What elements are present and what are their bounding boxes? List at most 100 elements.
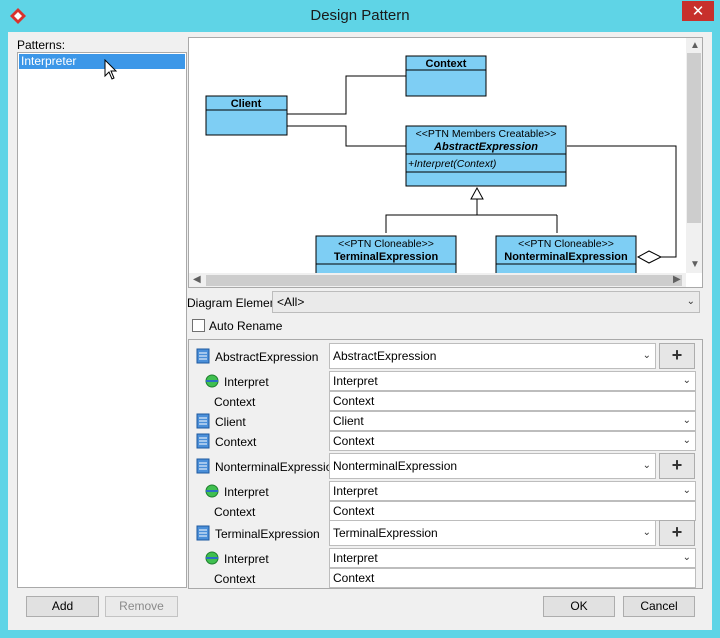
mouse-cursor-icon (104, 59, 118, 80)
chevron-down-icon: ⌄ (682, 485, 691, 496)
aggregation-diamond (636, 250, 663, 264)
class-nonterminal-expression[interactable]: <<PTN Cloneable>> NonterminalExpression (495, 235, 637, 273)
class-icon (196, 525, 210, 541)
role-select[interactable]: Interpret ⌄ (329, 371, 696, 391)
pattern-diagram[interactable]: Context Client <<PTN Members Creatable>>… (188, 37, 703, 288)
add-member-button[interactable]: + (659, 343, 695, 369)
class-nonterminal-name: NonterminalExpression (504, 251, 628, 263)
auto-rename-label: Auto Rename (209, 319, 283, 333)
role-input[interactable]: Context (329, 501, 696, 521)
role-label: Interpret (224, 375, 269, 389)
pattern-roles-panel: AbstractExpression AbstractExpression ⌄ +… (188, 339, 703, 589)
role-select[interactable]: Interpret ⌄ (329, 481, 696, 501)
class-terminal-expression[interactable]: <<PTN Cloneable>> TerminalExpression (315, 235, 457, 273)
design-pattern-window: Design Pattern ✕ Patterns: Interpreter C… (0, 0, 720, 638)
role-row: Client Client ⌄ (189, 411, 702, 431)
vertical-scroll-thumb[interactable] (687, 53, 701, 223)
scroll-left-icon[interactable]: ◀ (193, 275, 201, 285)
role-input[interactable]: Context (329, 391, 696, 411)
patterns-list[interactable]: Interpreter (17, 52, 187, 588)
role-row: AbstractExpression AbstractExpression ⌄ + (189, 343, 702, 371)
role-input-value: Context (333, 504, 375, 518)
title-bar: Design Pattern ✕ (0, 0, 720, 32)
add-member-button[interactable]: + (659, 453, 695, 479)
chevron-down-icon: ⌄ (642, 527, 651, 538)
chevron-down-icon: ⌄ (682, 552, 691, 563)
diagram-vertical-scrollbar[interactable]: ▲ ▼ (686, 38, 702, 273)
diagram-element-select[interactable]: <All> ⌄ (272, 291, 700, 313)
remove-button[interactable]: Remove (105, 596, 178, 617)
patterns-label: Patterns: (17, 38, 66, 52)
role-row: Context Context (189, 501, 702, 521)
role-select[interactable]: Interpret ⌄ (329, 548, 696, 568)
class-terminal-stereotype: <<PTN Cloneable>> (338, 238, 434, 250)
chevron-down-icon: ⌄ (682, 375, 691, 386)
role-select[interactable]: NonterminalExpression ⌄ (329, 453, 656, 479)
role-select-value: Interpret (333, 484, 378, 498)
close-button[interactable]: ✕ (682, 1, 714, 21)
role-input[interactable]: Context (329, 568, 696, 588)
role-row: Context Context ⌄ (189, 431, 702, 451)
class-context-name: Context (426, 58, 467, 70)
class-nonterminal-stereotype: <<PTN Cloneable>> (518, 238, 614, 250)
class-client-name: Client (231, 98, 262, 110)
class-abstract-stereotype: <<PTN Members Creatable>> (416, 128, 557, 140)
operation-icon (205, 374, 219, 388)
chevron-down-icon: ⌄ (682, 415, 691, 426)
chevron-down-icon: ⌄ (642, 350, 651, 361)
role-label: Client (215, 415, 246, 429)
role-select-value: AbstractExpression (333, 349, 437, 363)
operation-icon (205, 484, 219, 498)
role-select[interactable]: TerminalExpression ⌄ (329, 520, 656, 546)
class-icon (196, 458, 210, 474)
role-row: Interpret Interpret ⌄ (189, 371, 702, 391)
role-select[interactable]: Context ⌄ (329, 431, 696, 451)
role-label: Context (214, 505, 256, 519)
scroll-right-icon[interactable]: ▶ (673, 275, 681, 285)
diagram-element-label: Diagram Element (187, 296, 280, 310)
ok-button[interactable]: OK (543, 596, 615, 617)
class-icon (196, 413, 210, 429)
role-select-value: Client (333, 414, 364, 428)
role-label: Context (214, 572, 256, 586)
diagram-horizontal-scrollbar[interactable]: ◀ ▶ (189, 273, 686, 287)
role-select-value: Interpret (333, 551, 378, 565)
class-terminal-name: TerminalExpression (334, 251, 439, 263)
class-client[interactable]: Client (205, 95, 288, 136)
scroll-up-icon[interactable]: ▲ (690, 41, 700, 51)
pattern-item-interpreter[interactable]: Interpreter (19, 54, 185, 69)
window-title: Design Pattern (310, 7, 410, 24)
role-label: Context (215, 435, 257, 449)
role-row: Context Context (189, 391, 702, 411)
role-row: NonterminalExpression NonterminalExpress… (189, 453, 702, 481)
role-label: AbstractExpression (215, 350, 319, 364)
role-select[interactable]: Client ⌄ (329, 411, 696, 431)
class-icon (196, 348, 210, 364)
uml-class-diagram: Context Client <<PTN Members Creatable>>… (205, 55, 677, 273)
horizontal-scroll-thumb[interactable] (206, 275, 682, 286)
operation-icon (205, 551, 219, 565)
role-label: Interpret (224, 485, 269, 499)
role-label: Context (214, 395, 256, 409)
role-label: NonterminalExpression (215, 460, 340, 474)
role-select[interactable]: AbstractExpression ⌄ (329, 343, 656, 369)
chevron-down-icon: ⌄ (682, 435, 691, 446)
role-row: Context Context (189, 568, 702, 588)
role-select-value: Interpret (333, 374, 378, 388)
class-context[interactable]: Context (405, 55, 487, 97)
cancel-button[interactable]: Cancel (623, 596, 695, 617)
chevron-down-icon: ⌄ (642, 460, 651, 471)
diagram-element-value: <All> (277, 295, 305, 309)
add-member-button[interactable]: + (659, 520, 695, 546)
generalization-arrow (470, 186, 484, 200)
add-button[interactable]: Add (26, 596, 99, 617)
role-label: Interpret (224, 552, 269, 566)
chevron-down-icon: ⌄ (686, 296, 695, 307)
scroll-down-icon[interactable]: ▼ (690, 260, 700, 270)
class-icon (196, 433, 210, 449)
auto-rename-checkbox[interactable] (192, 319, 205, 332)
class-abstract-expression[interactable]: <<PTN Members Creatable>> AbstractExpres… (405, 125, 567, 187)
role-row: Interpret Interpret ⌄ (189, 548, 702, 568)
role-label: TerminalExpression (215, 527, 320, 541)
role-input-value: Context (333, 394, 375, 408)
